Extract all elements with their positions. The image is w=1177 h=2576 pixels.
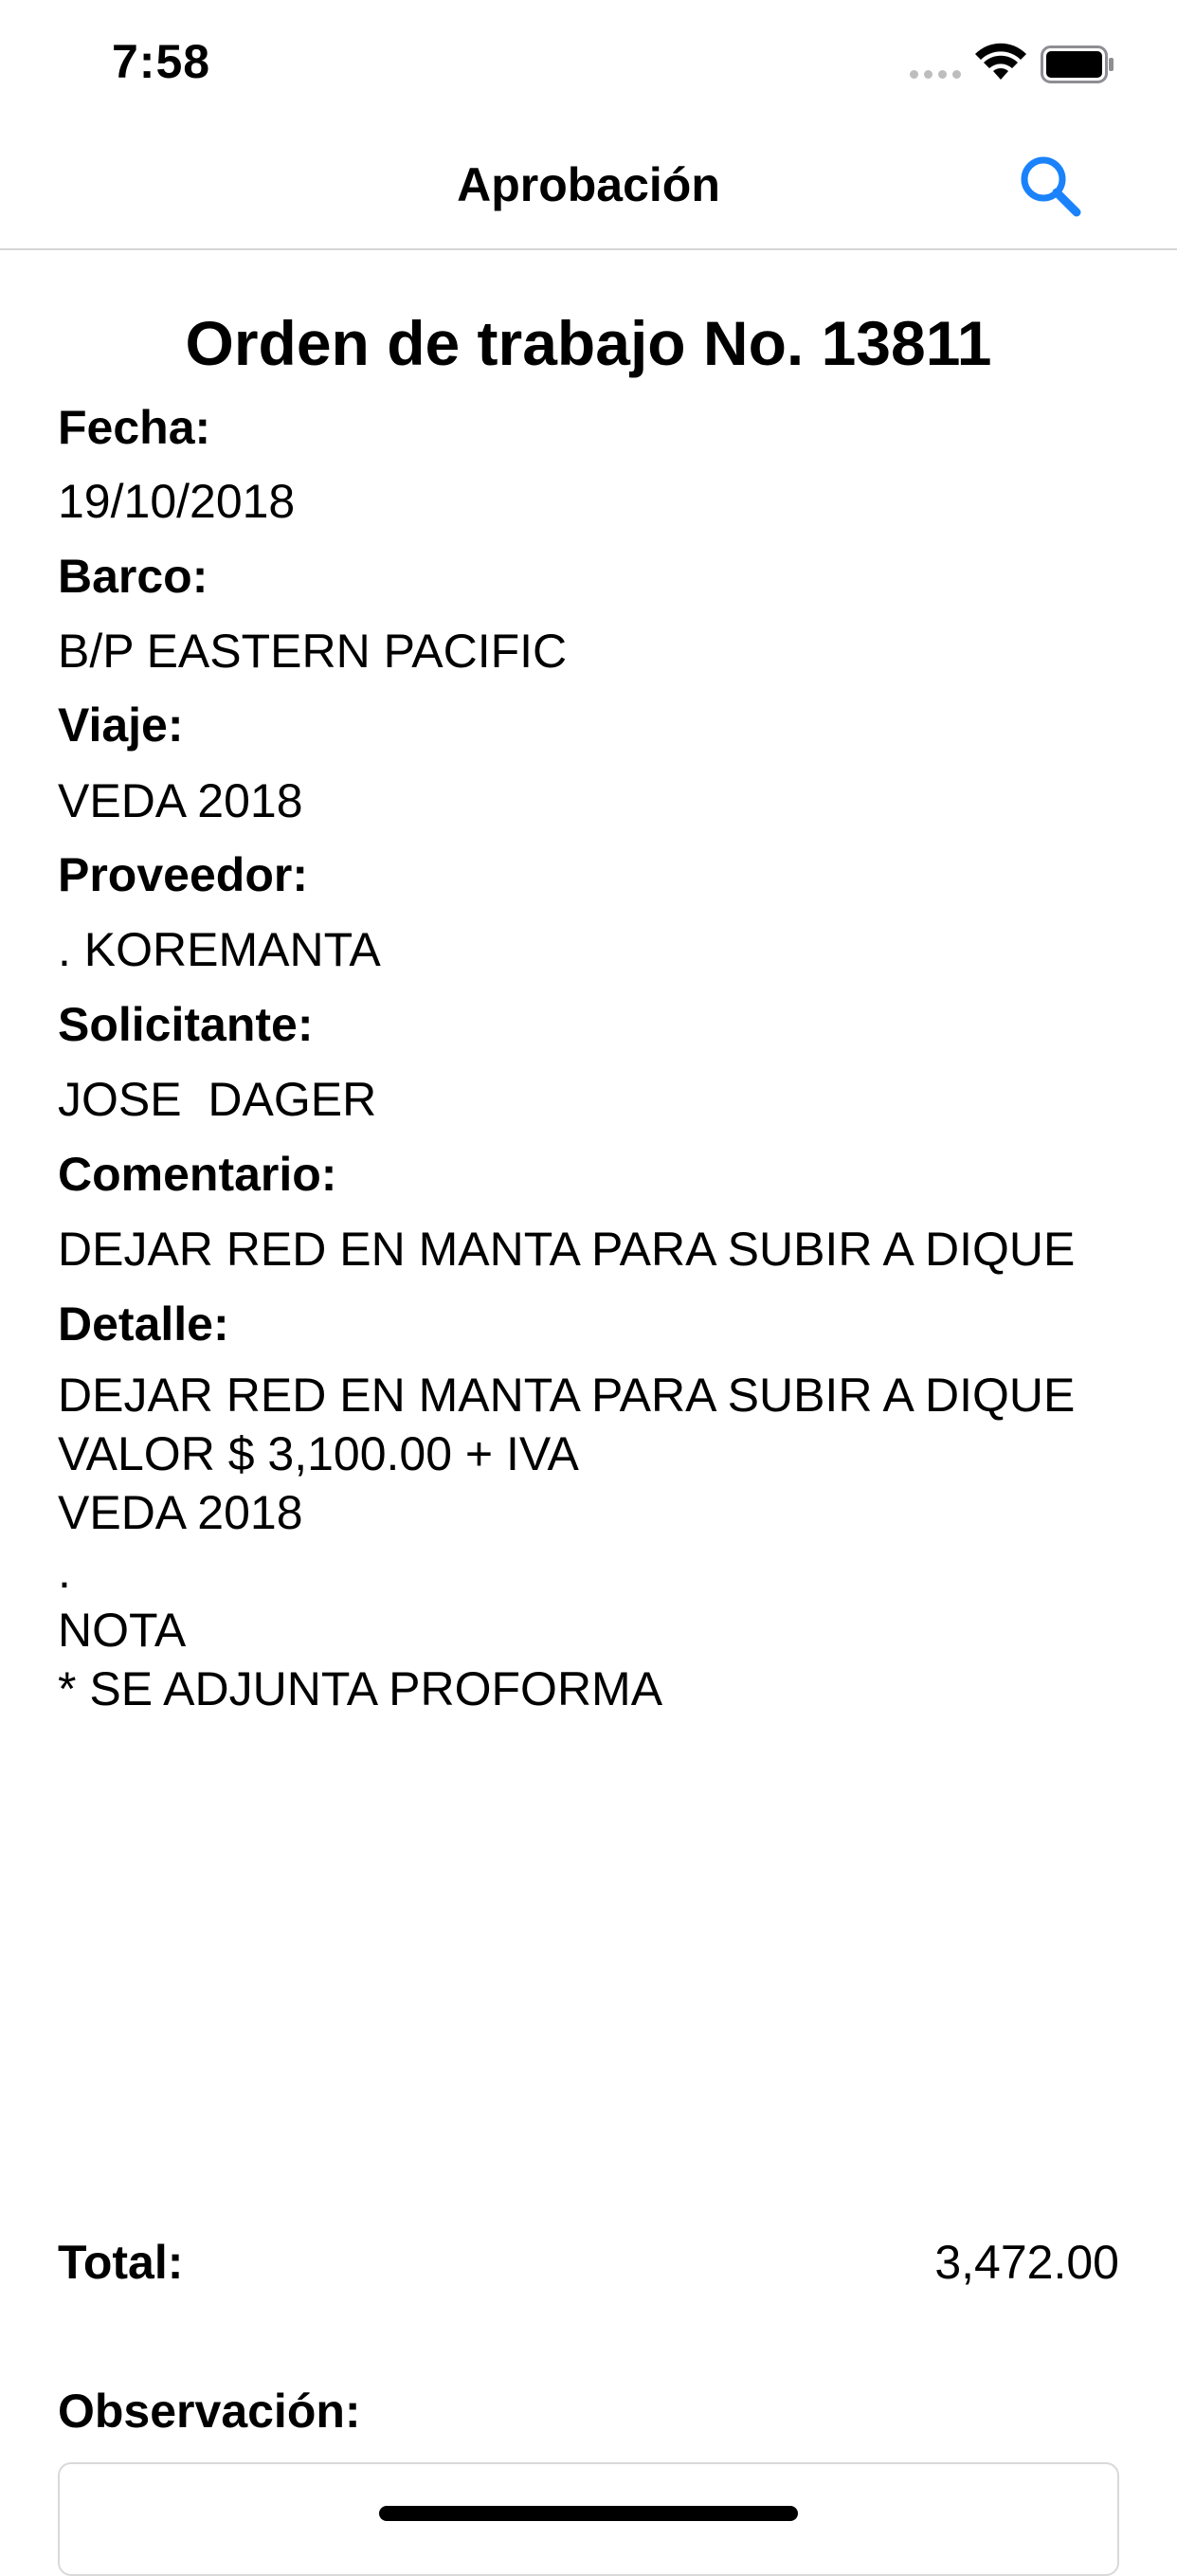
detail-value: DEJAR RED EN MANTA PARA SUBIR A DIQUE VA… — [58, 1369, 1076, 1715]
comment-value: DEJAR RED EN MANTA PARA SUBIR A DIQUE — [58, 1223, 1076, 1276]
status-time: 7:58 — [112, 35, 211, 88]
requester-value: JOSE DAGER — [58, 1073, 377, 1126]
status-bar: 7:58 — [0, 0, 1177, 125]
detail-label: Detalle: — [58, 1297, 229, 1351]
wifi-icon — [975, 43, 1026, 80]
trip-label: Viaje: — [58, 698, 184, 752]
comment-label: Comentario: — [58, 1148, 337, 1201]
navigation-bar: Aprobación — [0, 125, 1177, 250]
search-button[interactable] — [1014, 150, 1090, 226]
supplier-label: Proveedor: — [58, 848, 308, 901]
vessel-label: Barco: — [58, 550, 208, 603]
date-label: Fecha: — [58, 401, 211, 454]
requester-label: Solicitante: — [58, 998, 314, 1051]
date-value: 19/10/2018 — [58, 475, 296, 528]
battery-icon — [1041, 45, 1114, 83]
search-icon — [1021, 156, 1081, 217]
vessel-value: B/P EASTERN PACIFIC — [58, 625, 568, 678]
nav-title: Aprobación — [457, 158, 720, 211]
trip-value: VEDA 2018 — [58, 774, 303, 827]
signal-dots-icon — [910, 70, 961, 79]
order-title: Orden de trabajo No. 13811 — [185, 308, 992, 378]
total-value: 3,472.00 — [934, 2236, 1119, 2289]
observation-label: Observación: — [58, 2385, 361, 2438]
total-label: Total: — [58, 2236, 184, 2289]
supplier-value: . KOREMANTA — [58, 923, 381, 976]
home-indicator — [379, 2506, 798, 2521]
